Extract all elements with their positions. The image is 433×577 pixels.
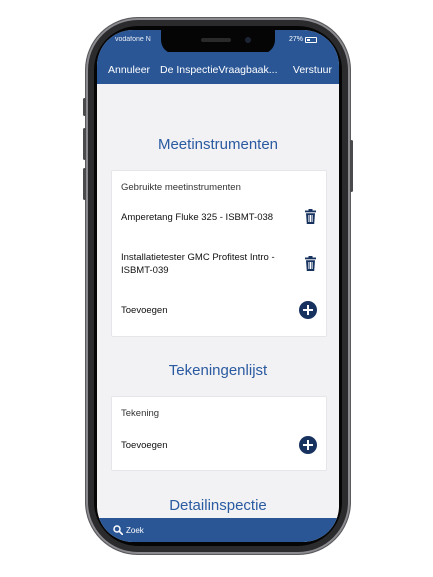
- card-header: Gebruikte meetinstrumenten: [121, 182, 241, 193]
- battery-percentage: 27%: [288, 36, 303, 43]
- plus-circle-icon[interactable]: [299, 436, 317, 454]
- search-button[interactable]: Zoek: [126, 526, 144, 535]
- battery-indicator: 27%: [289, 36, 317, 43]
- battery-icon: [305, 36, 317, 43]
- app-screen: vodafone N 27% Annuleer De InspectieVraa…: [97, 30, 339, 542]
- side-button-mute: [83, 98, 86, 116]
- add-drawing-label[interactable]: Toevoegen: [121, 439, 167, 452]
- card-header: Tekening: [121, 408, 160, 419]
- carrier-label: vodafone N: [115, 36, 151, 43]
- bottom-toolbar: Zoek: [97, 518, 339, 542]
- send-button[interactable]: Verstuur: [293, 64, 332, 76]
- plus-circle-icon[interactable]: [299, 301, 317, 319]
- side-button-volume-up: [83, 128, 86, 160]
- navigation-bar: Annuleer De InspectieVraagbaak... Verstu…: [97, 52, 339, 84]
- card-meetinstrumenten: Gebruikte meetinstrumenten Amperetang Fl…: [111, 170, 327, 337]
- search-icon[interactable]: [113, 525, 123, 535]
- section-title-meetinstrumenten: Meetinstrumenten: [157, 136, 279, 153]
- card-tekeningenlijst: Tekening Toevoegen: [111, 396, 327, 471]
- list-item-label[interactable]: Installatietester GMC Profitest Intro - …: [121, 251, 293, 277]
- section-title-detailinspectie: Detailinspectie: [169, 497, 267, 514]
- notch: [161, 30, 275, 54]
- add-instrument-label[interactable]: Toevoegen: [121, 304, 167, 317]
- list-item-label[interactable]: Amperetang Fluke 325 - ISBMT-038: [121, 211, 273, 224]
- front-camera: [245, 37, 251, 43]
- side-button-volume-down: [83, 168, 86, 200]
- side-button-power: [350, 140, 353, 192]
- trash-icon[interactable]: [305, 209, 316, 224]
- cancel-button[interactable]: Annuleer: [108, 64, 150, 76]
- scroll-content[interactable]: Meetinstrumenten Gebruikte meetinstrumen…: [97, 84, 339, 518]
- trash-icon[interactable]: [305, 256, 316, 271]
- speaker-grille: [201, 38, 231, 42]
- page-title: De InspectieVraagbaak...: [160, 64, 278, 76]
- section-title-tekeningenlijst: Tekeningenlijst: [168, 362, 268, 379]
